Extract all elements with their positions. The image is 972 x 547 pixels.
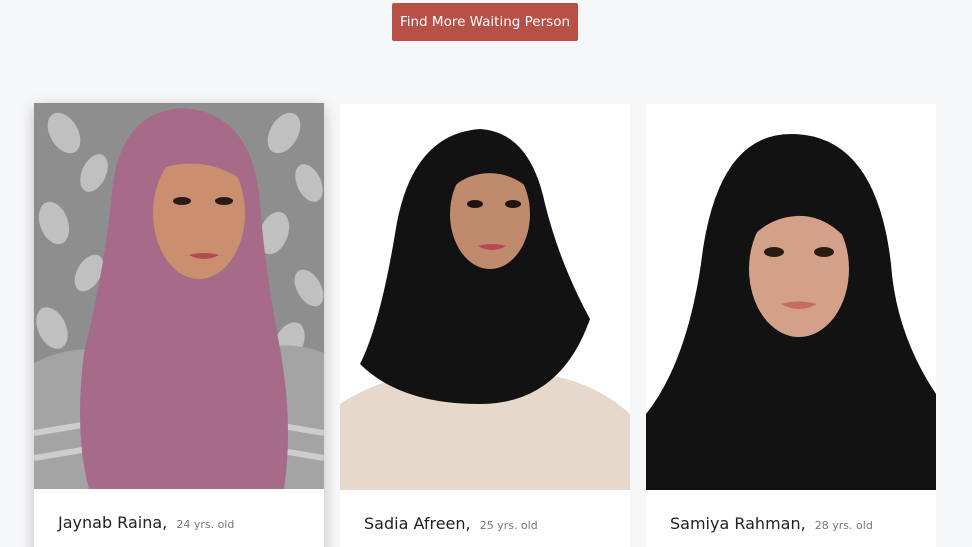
profile-age: 28 yrs. old xyxy=(814,519,873,532)
profile-age: 24 yrs. old xyxy=(176,518,235,531)
profile-age: 25 yrs. old xyxy=(479,519,538,532)
profile-caption: Samiya Rahman, 28 yrs. old xyxy=(670,514,873,533)
profile-card[interactable]: Sadia Afreen, 25 yrs. old xyxy=(340,104,630,547)
profiles-section: Find More Waiting Person Jaynab Raina, 2… xyxy=(0,0,972,547)
find-more-waiting-person-button[interactable]: Find More Waiting Person xyxy=(392,3,578,41)
profile-name[interactable]: Samiya Rahman xyxy=(670,514,801,533)
profile-card[interactable]: Samiya Rahman, 28 yrs. old xyxy=(646,104,936,547)
profile-caption: Sadia Afreen, 25 yrs. old xyxy=(364,514,538,533)
profile-name[interactable]: Jaynab Raina xyxy=(58,513,162,532)
profile-card[interactable]: Jaynab Raina, 24 yrs. old xyxy=(34,103,324,547)
profile-photo[interactable] xyxy=(646,104,936,490)
profile-name[interactable]: Sadia Afreen xyxy=(364,514,466,533)
profile-photo[interactable] xyxy=(340,104,630,490)
profile-photo[interactable] xyxy=(34,103,324,489)
profile-caption: Jaynab Raina, 24 yrs. old xyxy=(58,513,235,532)
